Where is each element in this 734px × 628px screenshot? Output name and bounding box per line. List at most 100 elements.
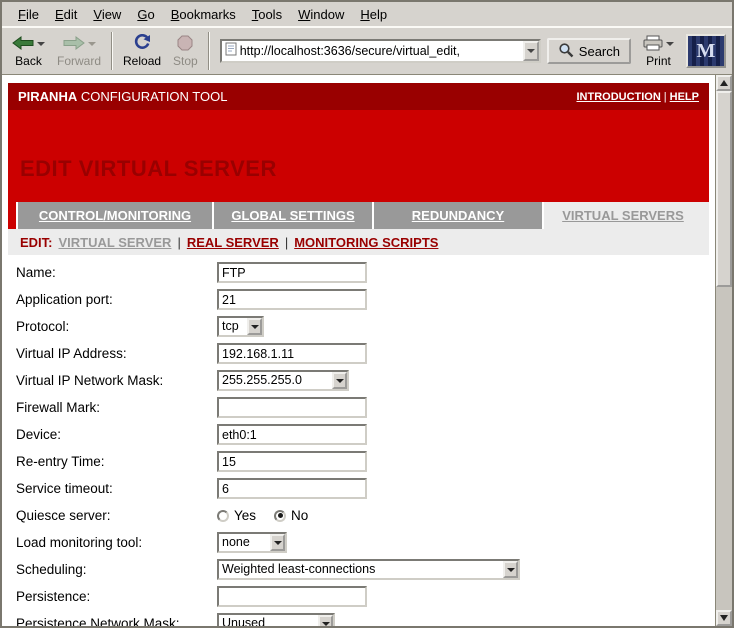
subnav-virtual-server-link[interactable]: VIRTUAL SERVER <box>59 235 172 250</box>
toolbar-separator <box>111 32 113 70</box>
quiesce-no-radio[interactable] <box>274 510 286 522</box>
virtual-ip-netmask-select[interactable]: 255.255.255.0 <box>217 370 349 391</box>
menu-bookmarks[interactable]: Bookmarks <box>163 4 244 25</box>
chevron-down-icon <box>247 318 262 335</box>
app-title: PIRANHA CONFIGURATION TOOL <box>18 89 227 104</box>
mozilla-logo[interactable]: M <box>686 34 726 68</box>
menu-edit[interactable]: Edit <box>47 4 85 25</box>
browser-window: File Edit View Go Bookmarks Tools Window… <box>0 0 734 628</box>
search-button[interactable]: Search <box>547 38 631 64</box>
subnav-separator: | <box>285 235 288 250</box>
form-row: Virtual IP Address: <box>8 340 709 367</box>
forward-dropdown-caret-icon[interactable] <box>88 42 96 46</box>
chevron-down-icon <box>270 534 285 551</box>
menu-go[interactable]: Go <box>129 4 162 25</box>
persistence-input[interactable] <box>217 586 367 607</box>
field-label: Scheduling: <box>8 562 217 577</box>
url-bar[interactable] <box>220 39 541 63</box>
application-port-input[interactable] <box>217 289 367 310</box>
service-timeout-input[interactable] <box>217 478 367 499</box>
radio-label: Yes <box>234 508 256 523</box>
form-row: Virtual IP Network Mask: 255.255.255.0 <box>8 367 709 394</box>
menu-view[interactable]: View <box>85 4 129 25</box>
tab-control-monitoring[interactable]: CONTROL/MONITORING <box>16 202 212 229</box>
stop-button[interactable]: Stop <box>167 29 204 73</box>
form-row: Load monitoring tool: none <box>8 529 709 556</box>
navigation-toolbar: Back Forward Reload <box>2 27 732 75</box>
field-label: Virtual IP Network Mask: <box>8 373 217 388</box>
subnav-real-server-link[interactable]: REAL SERVER <box>187 235 279 250</box>
tab-global-settings[interactable]: GLOBAL SETTINGS <box>212 202 372 229</box>
radio-label: No <box>291 508 308 523</box>
menu-window[interactable]: Window <box>290 4 352 25</box>
introduction-link[interactable]: INTRODUCTION <box>576 91 660 103</box>
virtual-ip-input[interactable] <box>217 343 367 364</box>
field-label: Virtual IP Address: <box>8 346 217 361</box>
form-row: Persistence Network Mask: Unused <box>8 610 709 626</box>
page-title: EDIT VIRTUAL SERVER <box>20 156 709 182</box>
scrollbar-up-button[interactable] <box>716 75 732 91</box>
chevron-down-icon <box>503 561 518 578</box>
scheduling-select[interactable]: Weighted least-connections <box>217 559 520 580</box>
reload-icon <box>133 34 151 54</box>
menu-tools[interactable]: Tools <box>244 4 290 25</box>
back-dropdown-caret-icon[interactable] <box>37 42 45 46</box>
quiesce-yes-radio[interactable] <box>217 510 229 522</box>
device-input[interactable] <box>217 424 367 445</box>
menu-file[interactable]: File <box>10 4 47 25</box>
menu-help[interactable]: Help <box>352 4 395 25</box>
subnav-separator: | <box>177 235 180 250</box>
form-row: Scheduling: Weighted least-connections <box>8 556 709 583</box>
stop-octagon-icon <box>177 35 193 54</box>
printer-icon <box>643 35 663 54</box>
print-dropdown-caret-icon[interactable] <box>666 42 674 46</box>
vertical-scrollbar[interactable] <box>715 75 732 626</box>
form-row: Device: <box>8 421 709 448</box>
selected-value: Weighted least-connections <box>219 561 503 578</box>
load-monitoring-select[interactable]: none <box>217 532 287 553</box>
tab-virtual-servers[interactable]: VIRTUAL SERVERS <box>542 202 702 229</box>
field-label: Load monitoring tool: <box>8 535 217 550</box>
print-button[interactable]: Print <box>637 29 680 73</box>
scroll-down-icon <box>720 615 728 621</box>
field-label: Device: <box>8 427 217 442</box>
virtual-server-form: Name: Application port: Protocol: tcp <box>8 255 709 626</box>
form-row: Service timeout: <box>8 475 709 502</box>
scrollbar-track[interactable] <box>716 91 732 610</box>
reload-button[interactable]: Reload <box>117 29 167 73</box>
protocol-select[interactable]: tcp <box>217 316 264 337</box>
toolbar-separator <box>208 32 210 70</box>
form-row: Name: <box>8 259 709 286</box>
url-input[interactable] <box>237 42 523 60</box>
reload-label: Reload <box>123 54 161 68</box>
tab-bar: CONTROL/MONITORING GLOBAL SETTINGS REDUN… <box>8 202 709 229</box>
back-arrow-icon <box>12 36 34 53</box>
url-dropdown-button[interactable] <box>523 41 539 61</box>
reentry-time-input[interactable] <box>217 451 367 472</box>
persistence-netmask-select[interactable]: Unused <box>217 613 335 626</box>
subnav-monitoring-scripts-link[interactable]: MONITORING SCRIPTS <box>294 235 438 250</box>
piranha-header-bar: PIRANHA CONFIGURATION TOOL INTRODUCTION|… <box>8 83 709 110</box>
field-label: Quiesce server: <box>8 508 217 523</box>
name-input[interactable] <box>217 262 367 283</box>
tab-redundancy[interactable]: REDUNDANCY <box>372 202 542 229</box>
back-button[interactable]: Back <box>6 29 51 73</box>
field-label: Protocol: <box>8 319 217 334</box>
help-link[interactable]: HELP <box>670 91 699 103</box>
selected-value: 255.255.255.0 <box>219 372 332 389</box>
browser-viewport: PIRANHA CONFIGURATION TOOL INTRODUCTION |… <box>2 75 732 626</box>
search-label: Search <box>579 44 620 59</box>
scrollbar-thumb[interactable] <box>716 91 732 287</box>
form-row: Persistence: <box>8 583 709 610</box>
selected-value: tcp <box>219 318 247 335</box>
scrollbar-down-button[interactable] <box>716 610 732 626</box>
forward-arrow-icon <box>63 36 85 53</box>
form-row: Re-entry Time: <box>8 448 709 475</box>
menu-bar: File Edit View Go Bookmarks Tools Window… <box>2 2 732 27</box>
chevron-down-icon <box>332 372 347 389</box>
form-row: Protocol: tcp <box>8 313 709 340</box>
field-label: Firewall Mark: <box>8 400 217 415</box>
logo-letter: M <box>697 40 716 63</box>
forward-button[interactable]: Forward <box>51 29 107 73</box>
firewall-mark-input[interactable] <box>217 397 367 418</box>
